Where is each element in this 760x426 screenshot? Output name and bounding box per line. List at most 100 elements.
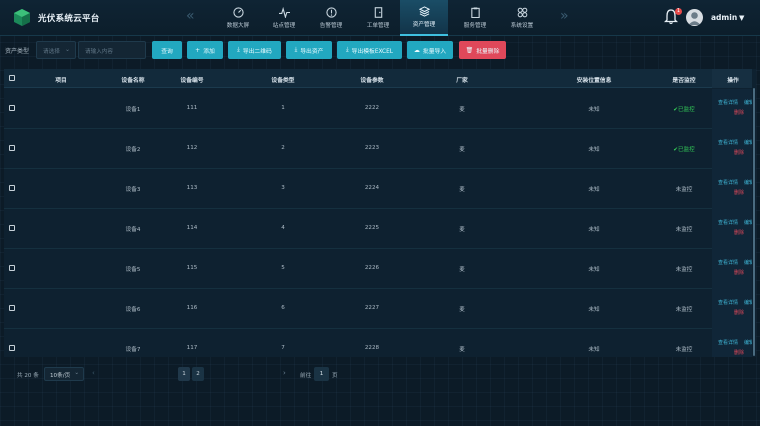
nav-scroll-right-icon[interactable]: » [560, 9, 569, 23]
cell-location: 未知 [588, 147, 600, 153]
cell-code: 111 [186, 105, 198, 111]
nav-item-label: 工单管理 [366, 23, 390, 29]
cell-vendor: 麦 [459, 147, 465, 153]
download-icon: ⤓ [294, 46, 298, 53]
cell-type: 7 [281, 345, 285, 351]
table-scrollbar-thumb[interactable] [753, 88, 755, 356]
app-title: 光伏系统云平台 [38, 13, 100, 24]
batch-delete-button[interactable]: 🗑 批量删除 [459, 41, 506, 59]
asset-table: 项目 设备名称 设备编号 设备类型 设备参数 厂家 安装位置信息 是否监控 操作… [4, 69, 756, 357]
page-button-1[interactable]: 1 [178, 367, 190, 381]
cell-name: 设备1 [125, 107, 141, 113]
download-icon: ⤓ [346, 46, 349, 53]
view-details-link[interactable]: 查看详情 [718, 259, 738, 266]
view-details-link[interactable]: 查看详情 [718, 99, 738, 106]
prev-page-icon[interactable]: ‹ [92, 369, 95, 377]
nav-scroll-left-icon[interactable]: « [186, 9, 195, 23]
goto-label: 前往 [300, 373, 312, 379]
keyword-input[interactable]: 请输入内容 [78, 41, 146, 59]
nav-item-sites[interactable]: 站点管理 [260, 0, 308, 36]
row-actions: 查看详情 编辑 删除 [712, 329, 756, 357]
username[interactable]: admin [711, 13, 737, 22]
cell-location: 未知 [588, 267, 600, 273]
delete-link[interactable]: 删除 [734, 109, 744, 116]
nav-item-services[interactable]: 服务管理 [451, 0, 499, 36]
row-checkbox[interactable] [9, 265, 15, 271]
delete-link[interactable]: 删除 [734, 309, 744, 316]
query-button-label: 查询 [161, 48, 173, 55]
batch-import-button[interactable]: ☁ 批量导入 [407, 41, 453, 59]
nav-item-dashboard[interactable]: 数据大屏 [214, 0, 262, 36]
cell-params: 2226 [364, 265, 380, 271]
cell-monitor: ✔已监控 [673, 147, 695, 153]
delete-link[interactable]: 删除 [734, 149, 744, 156]
keyword-input-placeholder: 请输入内容 [85, 49, 113, 55]
nav-item-label: 资产管理 [412, 22, 436, 28]
row-checkbox[interactable] [9, 305, 15, 311]
query-button[interactable]: 查询 [152, 41, 182, 59]
export-qr-button[interactable]: ⤓ 导出二维码 [228, 41, 281, 59]
export-template-button[interactable]: ⤓ 导出模板EXCEL [337, 41, 402, 59]
table-row: 设备6 116 6 2227 麦 未知 未监控 查看详情 编辑 删除 [4, 289, 756, 329]
next-page-icon[interactable]: › [283, 369, 286, 377]
cell-monitor: 未监控 [675, 227, 693, 233]
add-button[interactable]: + 添加 [187, 41, 223, 59]
column-header-type: 设备类型 [271, 78, 295, 84]
cell-code: 115 [186, 265, 198, 271]
row-checkbox[interactable] [9, 185, 15, 191]
delete-link[interactable]: 删除 [734, 229, 744, 236]
row-actions: 查看详情 编辑 删除 [712, 89, 756, 129]
row-checkbox[interactable] [9, 225, 15, 231]
export-assets-button[interactable]: ⤓ 导出资产 [286, 41, 332, 59]
page-size-select[interactable]: 10条/页 ⌄ [44, 367, 84, 381]
delete-link[interactable]: 删除 [734, 189, 744, 196]
nav-item-label: 站点管理 [272, 23, 296, 29]
view-details-link[interactable]: 查看详情 [718, 179, 738, 186]
nav-item-assets[interactable]: 资产管理 [400, 0, 448, 36]
cell-monitor: ✔已监控 [673, 107, 695, 113]
cell-location: 未知 [588, 107, 600, 113]
column-header-location: 安装位置信息 [576, 78, 612, 84]
cube-logo-icon [14, 9, 30, 26]
view-details-link[interactable]: 查看详情 [718, 339, 738, 346]
cell-name: 设备5 [125, 267, 141, 273]
cell-location: 未知 [588, 187, 600, 193]
cell-params: 2228 [364, 345, 380, 351]
page-button-2[interactable]: 2 [192, 367, 204, 381]
column-header-vendor: 厂家 [456, 78, 468, 84]
nav-item-label: 系统设置 [510, 23, 534, 29]
pagination: 共 20 条 10条/页 ⌄ ‹ 1 2 › 前往 1 页 [0, 366, 760, 384]
user-menu-caret-icon[interactable]: ▼ [739, 14, 744, 22]
view-details-link[interactable]: 查看详情 [718, 219, 738, 226]
asset-type-select[interactable]: 请选择 ⌄ [36, 41, 76, 59]
cell-type: 5 [281, 265, 285, 271]
cell-type: 2 [281, 145, 285, 151]
cell-monitor: 未监控 [675, 347, 693, 353]
row-checkbox[interactable] [9, 345, 15, 351]
row-checkbox[interactable] [9, 145, 15, 151]
cell-vendor: 麦 [459, 347, 465, 353]
nav-item-settings[interactable]: 系统设置 [498, 0, 546, 36]
column-header-project: 项目 [55, 78, 67, 84]
export-assets-button-label: 导出资产 [300, 48, 324, 55]
table-row: 设备2 112 2 2223 麦 未知 ✔已监控 查看详情 编辑 删除 [4, 129, 756, 169]
table-row: 设备3 113 3 2224 麦 未知 未监控 查看详情 编辑 删除 [4, 169, 756, 209]
avatar[interactable] [686, 9, 703, 26]
goto-page-input[interactable]: 1 [314, 367, 329, 381]
cell-vendor: 麦 [459, 107, 465, 113]
row-checkbox[interactable] [9, 105, 15, 111]
nav-item-alerts[interactable]: 告警管理 [307, 0, 355, 36]
top-navigation-bar: 光伏系统云平台 « 数据大屏 站点管理 告警管理 工单管理 资产管理 服务管理 … [0, 0, 760, 36]
cell-params: 2225 [364, 225, 380, 231]
cell-params: 2222 [364, 105, 380, 111]
delete-link[interactable]: 删除 [734, 269, 744, 276]
delete-link[interactable]: 删除 [734, 349, 744, 356]
cell-code: 112 [186, 145, 198, 151]
cell-monitor: 未监控 [675, 187, 693, 193]
view-details-link[interactable]: 查看详情 [718, 139, 738, 146]
view-details-link[interactable]: 查看详情 [718, 299, 738, 306]
nav-item-work-orders[interactable]: 工单管理 [354, 0, 402, 36]
select-all-checkbox[interactable] [9, 75, 15, 81]
cell-code: 113 [186, 185, 198, 191]
chevron-down-icon: ⌄ [64, 46, 70, 53]
